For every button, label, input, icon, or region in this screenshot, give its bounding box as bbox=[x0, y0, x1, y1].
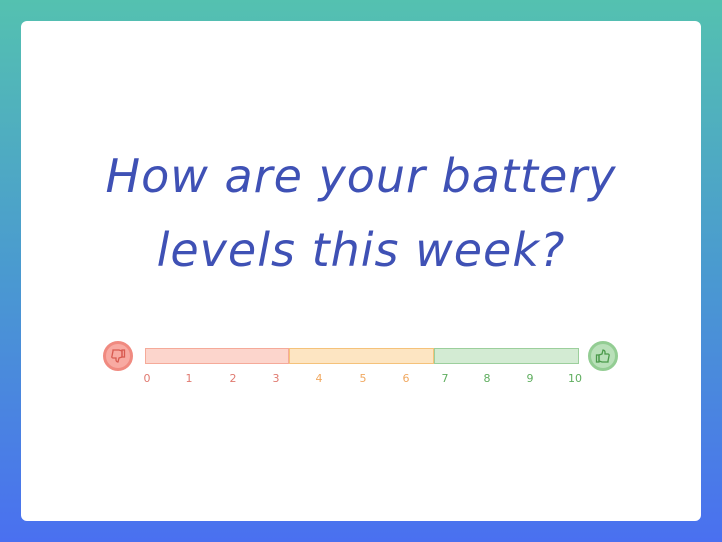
scale-segment-low[interactable] bbox=[145, 348, 289, 364]
tick-label[interactable]: 9 bbox=[520, 372, 540, 385]
rating-scale: 0 1 2 3 4 5 6 7 8 9 10 bbox=[21, 21, 701, 521]
tick-label[interactable]: 8 bbox=[477, 372, 497, 385]
tick-label[interactable]: 10 bbox=[565, 372, 585, 385]
survey-card: How are your battery levels this week? 0… bbox=[21, 21, 701, 521]
tick-label[interactable]: 3 bbox=[266, 372, 286, 385]
thumbs-up-icon bbox=[588, 341, 618, 371]
thumbs-down-icon bbox=[103, 341, 133, 371]
tick-label[interactable]: 5 bbox=[353, 372, 373, 385]
tick-label[interactable]: 0 bbox=[137, 372, 157, 385]
tick-label[interactable]: 1 bbox=[179, 372, 199, 385]
scale-segment-mid[interactable] bbox=[289, 348, 434, 364]
tick-label[interactable]: 4 bbox=[309, 372, 329, 385]
tick-label[interactable]: 7 bbox=[435, 372, 455, 385]
tick-label[interactable]: 2 bbox=[223, 372, 243, 385]
tick-label[interactable]: 6 bbox=[396, 372, 416, 385]
scale-segment-high[interactable] bbox=[434, 348, 579, 364]
